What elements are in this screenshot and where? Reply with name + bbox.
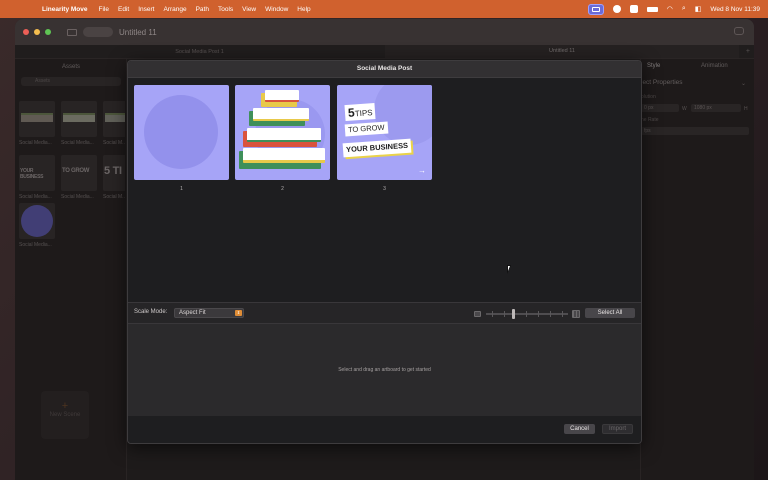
- arrow-right-icon: →: [418, 166, 426, 175]
- artboard-thumbnail: [235, 85, 330, 180]
- record-icon[interactable]: [612, 5, 621, 13]
- small-thumbnails-icon[interactable]: [474, 311, 481, 317]
- slider-knob[interactable]: [512, 309, 515, 319]
- menu-insert[interactable]: Insert: [138, 6, 154, 13]
- wifi-icon[interactable]: ◠: [667, 5, 673, 13]
- scale-mode-value: Aspect Fit: [179, 310, 206, 316]
- search-icon[interactable]: ⌕: [682, 5, 686, 13]
- menu-extras: ◠ ⌕ ◧ Wed 8 Nov 11:39: [587, 0, 760, 18]
- minimize-window-button[interactable]: [34, 29, 40, 35]
- battery-icon[interactable]: [646, 6, 658, 12]
- chevron-updown-icon: ⇕: [235, 310, 242, 316]
- window-title: Untitled 11: [119, 27, 157, 37]
- scale-mode-select[interactable]: Aspect Fit ⇕: [174, 308, 244, 318]
- artboard-thumbnail: 5TIPS TO GROW YOUR BUSINESS →: [337, 85, 432, 180]
- menubar-clock[interactable]: Wed 8 Nov 11:39: [710, 6, 760, 13]
- menu-help[interactable]: Help: [297, 6, 310, 13]
- dialog-title: Social Media Post: [128, 61, 641, 78]
- circle-shape: [374, 85, 432, 145]
- scale-mode-label: Scale Mode:: [134, 309, 168, 315]
- artboard-number: 1: [180, 186, 183, 192]
- dialog-controls: Scale Mode: Aspect Fit ⇕ Select All: [128, 302, 641, 324]
- import-dialog: Social Media Post 1 2 5TIPS TO GROW YOUR…: [127, 60, 642, 444]
- menu-window[interactable]: Window: [265, 6, 288, 13]
- menu-edit[interactable]: Edit: [118, 6, 129, 13]
- menu-file[interactable]: File: [99, 6, 109, 13]
- cancel-button[interactable]: Cancel: [564, 424, 595, 434]
- select-all-button[interactable]: Select All: [585, 308, 635, 318]
- mouse-pointer-icon: [507, 265, 515, 274]
- artboard-item[interactable]: 1: [134, 85, 229, 192]
- tips-label: 5TIPS: [344, 102, 376, 122]
- thumbnail-size-slider[interactable]: [486, 309, 568, 319]
- menu-bar: Linearity Move File Edit Insert Arrange …: [0, 0, 768, 18]
- artboard-thumbnail: [134, 85, 229, 180]
- circle-shape: [144, 95, 218, 169]
- artboard-item[interactable]: 2: [235, 85, 330, 192]
- x-icon[interactable]: [629, 5, 638, 13]
- sidebar-toggle-icon[interactable]: [67, 28, 77, 36]
- share-icon[interactable]: [734, 27, 744, 35]
- artboard-grid: 1 2 5TIPS TO GROW YOUR BUSINESS → 3: [128, 78, 641, 302]
- close-window-button[interactable]: [23, 29, 29, 35]
- grow-label: TO GROW: [344, 121, 388, 136]
- import-button[interactable]: Import: [602, 424, 633, 434]
- screen-share-icon[interactable]: [587, 3, 604, 15]
- document-menu-button[interactable]: [83, 27, 113, 37]
- menu-arrange[interactable]: Arrange: [163, 6, 186, 13]
- control-center-icon[interactable]: ◧: [695, 5, 702, 13]
- artboard-number: 3: [383, 186, 386, 192]
- title-bar: Untitled 11: [15, 19, 754, 45]
- menu-app-name[interactable]: Linearity Move: [42, 6, 88, 13]
- artboard-drop-zone[interactable]: Select and drag an artboard to get start…: [128, 324, 641, 416]
- menu-view[interactable]: View: [242, 6, 256, 13]
- menu-path[interactable]: Path: [196, 6, 209, 13]
- large-thumbnails-icon[interactable]: [572, 310, 580, 318]
- menu-tools[interactable]: Tools: [218, 6, 233, 13]
- artboard-number: 2: [281, 186, 284, 192]
- zoom-window-button[interactable]: [45, 29, 51, 35]
- artboard-item[interactable]: 5TIPS TO GROW YOUR BUSINESS → 3: [337, 85, 432, 192]
- window-controls: [23, 29, 51, 35]
- business-label: YOUR BUSINESS: [342, 138, 412, 157]
- drop-hint-text: Select and drag an artboard to get start…: [338, 367, 431, 373]
- dialog-footer: Cancel Import: [128, 416, 641, 443]
